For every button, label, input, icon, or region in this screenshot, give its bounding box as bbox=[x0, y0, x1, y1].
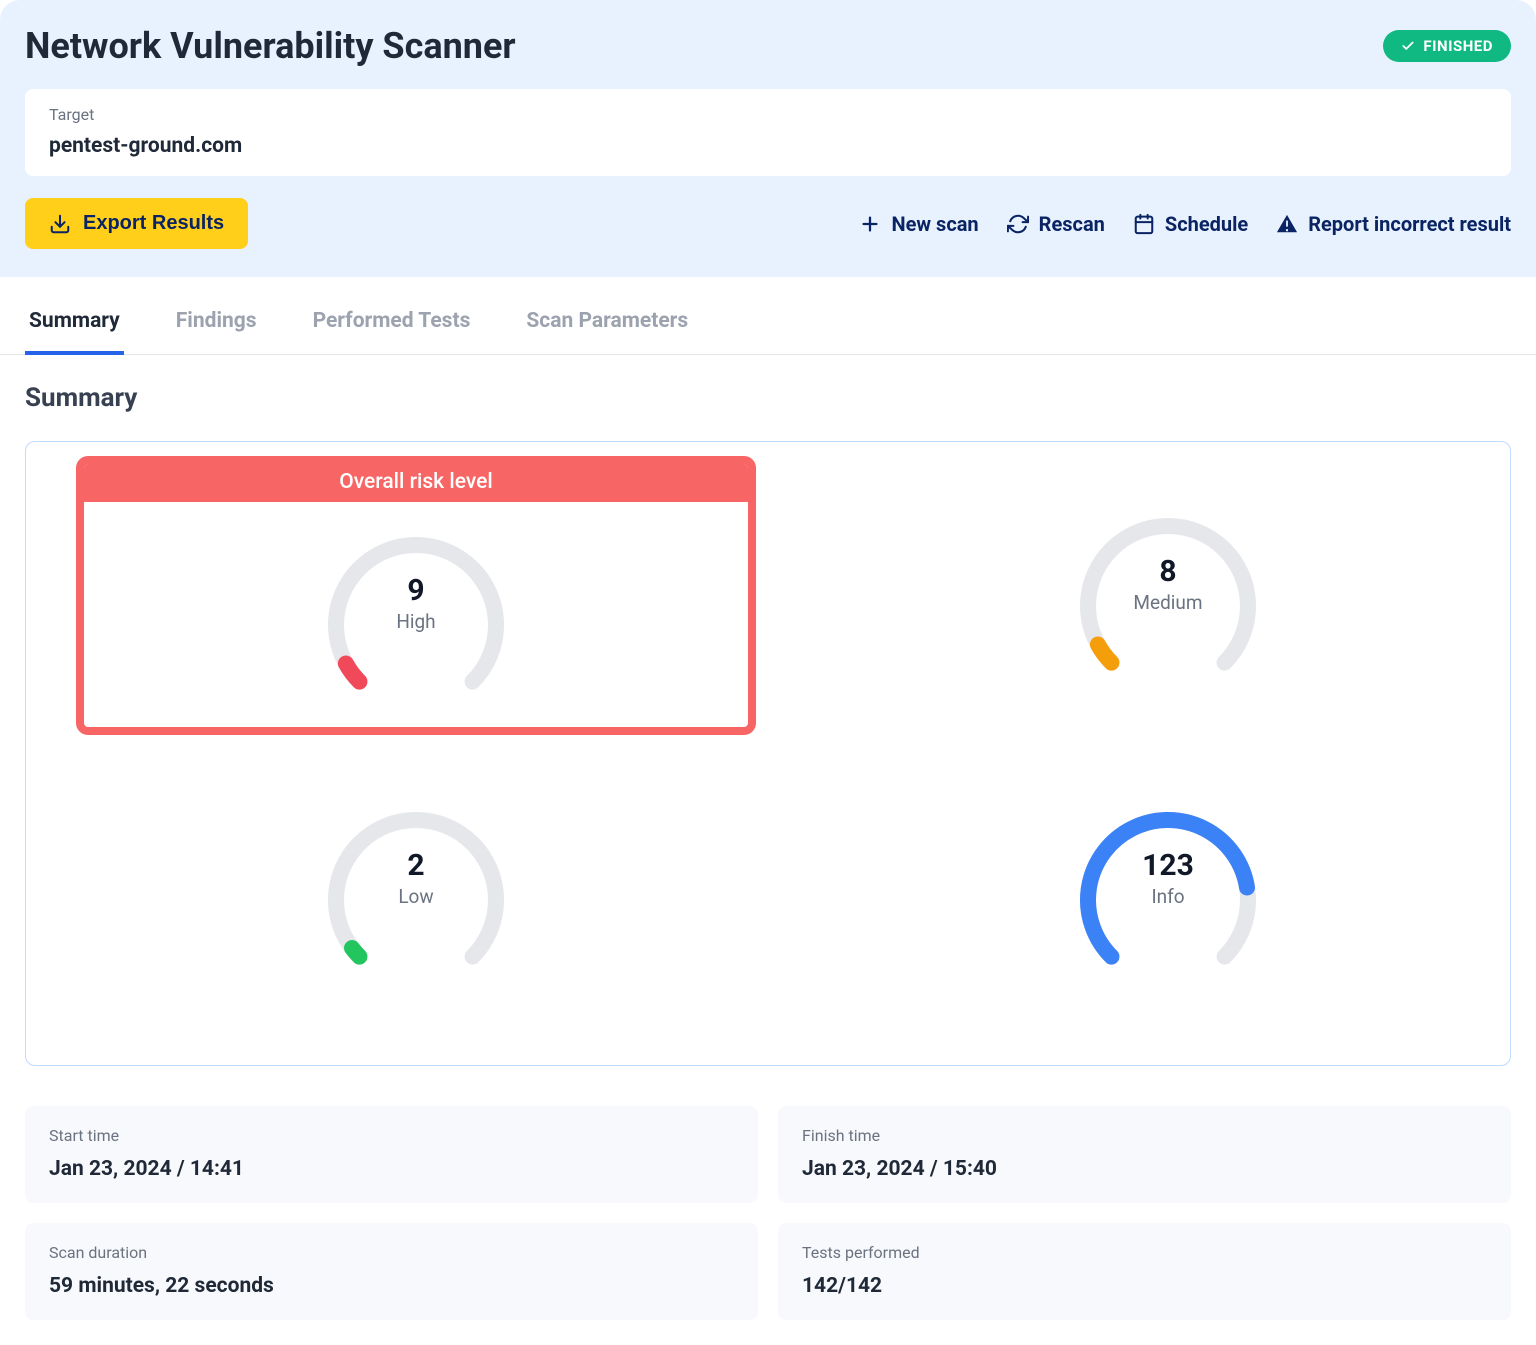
gauge-cell-low: 2 Low bbox=[56, 755, 516, 1025]
gauge-high-value: 9 bbox=[316, 573, 516, 608]
stat-start-value: Jan 23, 2024 / 14:41 bbox=[49, 1157, 734, 1181]
new-scan-label: New scan bbox=[891, 212, 978, 236]
risk-panel: Overall risk level 9 High bbox=[25, 441, 1511, 1066]
overall-body: 9 High bbox=[84, 502, 748, 727]
content: Summary Overall risk level 9 High bbox=[0, 355, 1536, 1345]
stat-duration: Scan duration 59 minutes, 22 seconds bbox=[25, 1223, 758, 1320]
stat-start-time: Start time Jan 23, 2024 / 14:41 bbox=[25, 1106, 758, 1203]
target-box: Target pentest-ground.com bbox=[25, 89, 1511, 176]
status-badge: FINISHED bbox=[1383, 30, 1511, 62]
overall-risk-box: Overall risk level 9 High bbox=[76, 456, 756, 735]
stat-tests: Tests performed 142/142 bbox=[778, 1223, 1511, 1320]
gauge-info: 123 Info bbox=[1068, 800, 1268, 980]
tab-summary[interactable]: Summary bbox=[25, 297, 124, 355]
tab-findings[interactable]: Findings bbox=[172, 297, 261, 355]
rescan-link[interactable]: Rescan bbox=[1007, 212, 1105, 236]
target-value: pentest-ground.com bbox=[49, 134, 1487, 158]
page-title: Network Vulnerability Scanner bbox=[25, 25, 516, 67]
stat-finish-value: Jan 23, 2024 / 15:40 bbox=[802, 1157, 1487, 1181]
gauge-high: 9 High bbox=[316, 525, 516, 705]
action-links: New scan Rescan Schedule Report incorrec… bbox=[859, 212, 1511, 236]
header-bar: Network Vulnerability Scanner FINISHED T… bbox=[0, 0, 1536, 277]
report-label: Report incorrect result bbox=[1308, 212, 1511, 236]
gauge-low: 2 Low bbox=[316, 800, 516, 980]
download-icon bbox=[49, 213, 71, 235]
stat-finish-label: Finish time bbox=[802, 1126, 1487, 1145]
gauge-medium: 8 Medium bbox=[1068, 506, 1268, 686]
gauge-cell-medium: 8 Medium bbox=[1068, 461, 1268, 731]
calendar-icon bbox=[1133, 213, 1155, 235]
stat-finish-time: Finish time Jan 23, 2024 / 15:40 bbox=[778, 1106, 1511, 1203]
gauge-cell-info: 123 Info bbox=[1068, 755, 1268, 1025]
target-label: Target bbox=[49, 105, 1487, 124]
stat-duration-value: 59 minutes, 22 seconds bbox=[49, 1274, 734, 1298]
page-root: Network Vulnerability Scanner FINISHED T… bbox=[0, 0, 1536, 1345]
gauge-high-label: High bbox=[316, 610, 516, 633]
title-row: Network Vulnerability Scanner FINISHED bbox=[25, 25, 1511, 67]
check-icon bbox=[1401, 39, 1415, 53]
tab-scan-parameters[interactable]: Scan Parameters bbox=[522, 297, 692, 355]
plus-icon bbox=[859, 213, 881, 235]
gauges-grid: Overall risk level 9 High bbox=[56, 456, 1480, 1025]
status-text: FINISHED bbox=[1423, 37, 1493, 55]
tabs-row: Summary Findings Performed Tests Scan Pa… bbox=[0, 297, 1536, 355]
gauge-medium-label: Medium bbox=[1068, 591, 1268, 614]
gauge-medium-value: 8 bbox=[1068, 554, 1268, 589]
stat-tests-label: Tests performed bbox=[802, 1243, 1487, 1262]
export-label: Export Results bbox=[83, 212, 224, 235]
tab-performed-tests[interactable]: Performed Tests bbox=[309, 297, 475, 355]
stats-grid: Start time Jan 23, 2024 / 14:41 Finish t… bbox=[25, 1106, 1511, 1320]
overall-risk-header: Overall risk level bbox=[84, 464, 748, 502]
schedule-link[interactable]: Schedule bbox=[1133, 212, 1248, 236]
gauge-info-value: 123 bbox=[1068, 848, 1268, 883]
export-results-button[interactable]: Export Results bbox=[25, 198, 248, 249]
gauge-low-label: Low bbox=[316, 885, 516, 908]
warning-icon bbox=[1276, 213, 1298, 235]
gauge-low-value: 2 bbox=[316, 848, 516, 883]
report-incorrect-link[interactable]: Report incorrect result bbox=[1276, 212, 1511, 236]
gauge-info-label: Info bbox=[1068, 885, 1268, 908]
section-title: Summary bbox=[25, 383, 1511, 413]
stat-tests-value: 142/142 bbox=[802, 1274, 1487, 1298]
stat-duration-label: Scan duration bbox=[49, 1243, 734, 1262]
actions-row: Export Results New scan Rescan Schedule bbox=[25, 198, 1511, 249]
new-scan-link[interactable]: New scan bbox=[859, 212, 978, 236]
stat-start-label: Start time bbox=[49, 1126, 734, 1145]
rescan-label: Rescan bbox=[1039, 212, 1105, 236]
refresh-icon bbox=[1007, 213, 1029, 235]
schedule-label: Schedule bbox=[1165, 212, 1248, 236]
